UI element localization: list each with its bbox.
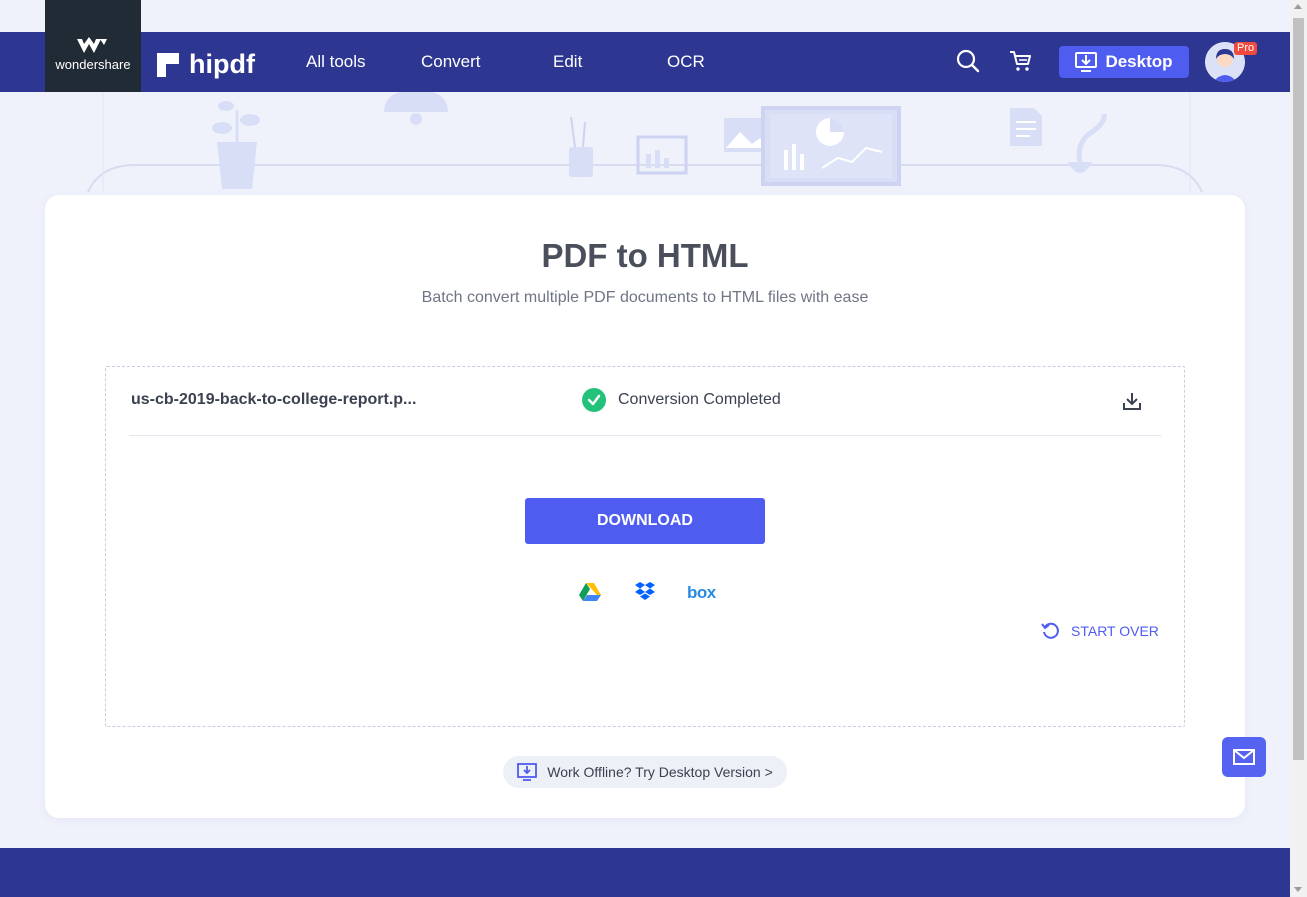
desktop-download-button[interactable]: Desktop — [1059, 46, 1189, 78]
cart-icon[interactable] — [1009, 49, 1033, 73]
conversion-status: Conversion Completed — [582, 388, 781, 412]
search-icon[interactable] — [956, 49, 980, 73]
wondershare-mark-icon — [77, 36, 107, 53]
start-over-label: START OVER — [1071, 623, 1159, 639]
wondershare-logo[interactable]: wondershare — [45, 0, 141, 92]
desktop-label: Desktop — [1105, 52, 1173, 71]
desktop-icon — [517, 763, 538, 781]
converter-card: PDF to HTML Batch convert multiple PDF d… — [45, 195, 1245, 818]
offline-label: Work Offline? Try Desktop Version > — [547, 764, 773, 780]
nav-convert[interactable]: Convert — [421, 52, 481, 72]
page-title: PDF to HTML — [541, 237, 749, 274]
nav-all-tools[interactable]: All tools — [306, 52, 366, 72]
download-icon[interactable] — [1122, 391, 1142, 411]
start-over-button[interactable]: START OVER — [1041, 621, 1159, 641]
google-drive-icon[interactable] — [579, 582, 601, 602]
desktop-download-icon — [1075, 52, 1098, 72]
scroll-up-arrow[interactable] — [1294, 4, 1302, 9]
mail-icon — [1233, 749, 1255, 765]
file-name: us-cb-2019-back-to-college-report.p... — [131, 391, 417, 408]
scroll-down-arrow[interactable] — [1294, 887, 1302, 892]
pro-badge: Pro — [1234, 42, 1258, 55]
refresh-icon — [1041, 622, 1059, 639]
nav-ocr[interactable]: OCR — [667, 52, 705, 72]
check-circle-icon — [582, 388, 606, 412]
wondershare-text: wondershare — [55, 56, 131, 72]
page-subtitle: Batch convert multiple PDF documents to … — [421, 289, 869, 306]
hipdf-logo[interactable]: hipdf — [157, 49, 255, 80]
row-divider — [129, 435, 1161, 436]
file-dropzone: us-cb-2019-back-to-college-report.p... C… — [105, 366, 1185, 727]
scroll-thumb[interactable] — [1293, 18, 1304, 760]
dropbox-icon[interactable] — [634, 582, 656, 602]
header-illustration — [87, 92, 1203, 193]
box-icon[interactable]: box — [687, 583, 716, 603]
feedback-mail-button[interactable] — [1222, 737, 1266, 777]
footer — [0, 848, 1290, 897]
download-button[interactable]: DOWNLOAD — [525, 498, 765, 544]
top-navbar: hipdf All tools Convert Edit OCR Desktop… — [0, 32, 1290, 92]
nav-edit[interactable]: Edit — [553, 52, 582, 72]
hipdf-name: hipdf — [189, 49, 255, 79]
hipdf-mark-icon — [157, 52, 179, 77]
status-text: Conversion Completed — [618, 391, 781, 408]
offline-desktop-link[interactable]: Work Offline? Try Desktop Version > — [503, 756, 787, 788]
page-scrollbar[interactable] — [1290, 0, 1307, 897]
